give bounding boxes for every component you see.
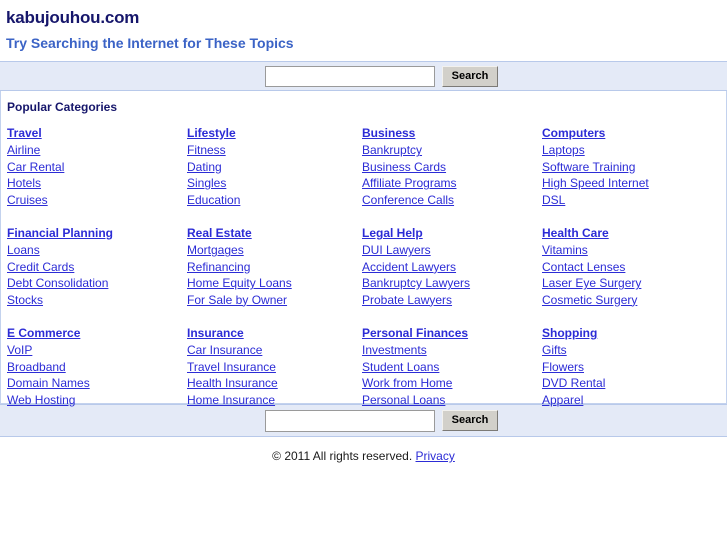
- privacy-link[interactable]: Privacy: [416, 449, 455, 463]
- category-link[interactable]: Accident Lawyers: [362, 259, 456, 275]
- category-column-computers: Computers Laptops Software Training High…: [542, 125, 726, 208]
- category-link[interactable]: Domain Names: [7, 375, 90, 391]
- category-link[interactable]: Apparel: [542, 392, 583, 408]
- copyright-text: © 2011 All rights reserved.: [272, 449, 413, 463]
- category-title-personal-finances[interactable]: Personal Finances: [362, 325, 468, 341]
- category-link[interactable]: Software Training: [542, 159, 635, 175]
- category-column-shopping: Shopping Gifts Flowers DVD Rental Appare…: [542, 325, 726, 408]
- category-link[interactable]: Personal Loans: [362, 392, 445, 408]
- category-link[interactable]: Fitness: [187, 142, 226, 158]
- category-link[interactable]: Broadband: [7, 359, 66, 375]
- category-link[interactable]: Flowers: [542, 359, 584, 375]
- category-column-business: Business Bankruptcy Business Cards Affil…: [362, 125, 542, 208]
- category-link[interactable]: Probate Lawyers: [362, 292, 452, 308]
- category-link[interactable]: Hotels: [7, 175, 41, 191]
- category-link[interactable]: Web Hosting: [7, 392, 75, 408]
- category-link[interactable]: High Speed Internet: [542, 175, 649, 191]
- category-link[interactable]: DSL: [542, 192, 565, 208]
- popular-categories-box: Popular Categories Travel Airline Car Re…: [0, 91, 727, 407]
- category-link[interactable]: Affiliate Programs: [362, 175, 456, 191]
- category-link[interactable]: Contact Lenses: [542, 259, 625, 275]
- category-link[interactable]: Mortgages: [187, 242, 244, 258]
- category-column-financial-planning: Financial Planning Loans Credit Cards De…: [7, 225, 187, 308]
- category-title-computers[interactable]: Computers: [542, 125, 605, 141]
- bottom-search-band: Search: [0, 404, 727, 437]
- category-link[interactable]: Refinancing: [187, 259, 250, 275]
- category-link[interactable]: Investments: [362, 342, 427, 358]
- category-link[interactable]: Car Rental: [7, 159, 64, 175]
- category-link[interactable]: Airline: [7, 142, 40, 158]
- category-link[interactable]: For Sale by Owner: [187, 292, 287, 308]
- category-link[interactable]: Education: [187, 192, 240, 208]
- category-title-financial-planning[interactable]: Financial Planning: [7, 225, 113, 241]
- category-link[interactable]: Debt Consolidation: [7, 275, 108, 291]
- category-title-shopping[interactable]: Shopping: [542, 325, 597, 341]
- category-column-e-commerce: E Commerce VoIP Broadband Domain Names W…: [7, 325, 187, 408]
- category-link[interactable]: DUI Lawyers: [362, 242, 431, 258]
- category-link[interactable]: Student Loans: [362, 359, 439, 375]
- category-link[interactable]: Credit Cards: [7, 259, 74, 275]
- category-title-health-care[interactable]: Health Care: [542, 225, 609, 241]
- category-title-lifestyle[interactable]: Lifestyle: [187, 125, 236, 141]
- category-link[interactable]: Cruises: [7, 192, 48, 208]
- category-link[interactable]: Dating: [187, 159, 222, 175]
- category-title-business[interactable]: Business: [362, 125, 415, 141]
- category-title-e-commerce[interactable]: E Commerce: [7, 325, 80, 341]
- footer-copyright: © 2011 All rights reserved. Privacy: [0, 437, 727, 464]
- site-tagline: Try Searching the Internet for These Top…: [6, 35, 294, 51]
- category-link[interactable]: Conference Calls: [362, 192, 454, 208]
- category-link[interactable]: Cosmetic Surgery: [542, 292, 637, 308]
- top-search-band: Search: [0, 61, 727, 91]
- category-link[interactable]: Home Insurance: [187, 392, 275, 408]
- category-link[interactable]: Travel Insurance: [187, 359, 276, 375]
- category-column-real-estate: Real Estate Mortgages Refinancing Home E…: [187, 225, 362, 308]
- category-link[interactable]: Bankruptcy: [362, 142, 422, 158]
- category-grid: Travel Airline Car Rental Hotels Cruises…: [7, 125, 726, 408]
- category-link[interactable]: Stocks: [7, 292, 43, 308]
- category-column-personal-finances: Personal Finances Investments Student Lo…: [362, 325, 542, 408]
- category-link[interactable]: Car Insurance: [187, 342, 262, 358]
- category-column-insurance: Insurance Car Insurance Travel Insurance…: [187, 325, 362, 408]
- category-link[interactable]: Business Cards: [362, 159, 446, 175]
- category-link[interactable]: Vitamins: [542, 242, 588, 258]
- search-input-top[interactable]: [264, 65, 435, 87]
- bottom-search-form: Search: [264, 409, 499, 432]
- category-link[interactable]: Health Insurance: [187, 375, 278, 391]
- category-link[interactable]: Singles: [187, 175, 226, 191]
- category-column-lifestyle: Lifestyle Fitness Dating Singles Educati…: [187, 125, 362, 208]
- category-title-legal-help[interactable]: Legal Help: [362, 225, 423, 241]
- category-title-travel[interactable]: Travel: [7, 125, 42, 141]
- category-link[interactable]: Laptops: [542, 142, 585, 158]
- category-link[interactable]: Gifts: [542, 342, 567, 358]
- popular-categories-heading: Popular Categories: [7, 100, 118, 114]
- category-link[interactable]: Laser Eye Surgery: [542, 275, 641, 291]
- category-link[interactable]: VoIP: [7, 342, 32, 358]
- category-column-legal-help: Legal Help DUI Lawyers Accident Lawyers …: [362, 225, 542, 308]
- category-link[interactable]: DVD Rental: [542, 375, 605, 391]
- top-search-form: Search: [264, 65, 499, 87]
- category-title-insurance[interactable]: Insurance: [187, 325, 244, 341]
- category-link[interactable]: Loans: [7, 242, 40, 258]
- search-button-top[interactable]: Search: [441, 65, 499, 87]
- category-link[interactable]: Work from Home: [362, 375, 452, 391]
- category-column-travel: Travel Airline Car Rental Hotels Cruises: [7, 125, 187, 208]
- search-input-bottom[interactable]: [264, 409, 435, 432]
- page-header: kabujouhou.com Try Searching the Interne…: [0, 0, 727, 52]
- category-link[interactable]: Bankruptcy Lawyers: [362, 275, 470, 291]
- category-column-health-care: Health Care Vitamins Contact Lenses Lase…: [542, 225, 726, 308]
- search-button-bottom[interactable]: Search: [441, 410, 499, 431]
- page-root: kabujouhou.com Try Searching the Interne…: [0, 0, 727, 545]
- category-link[interactable]: Home Equity Loans: [187, 275, 292, 291]
- category-title-real-estate[interactable]: Real Estate: [187, 225, 252, 241]
- site-title: kabujouhou.com: [6, 8, 140, 27]
